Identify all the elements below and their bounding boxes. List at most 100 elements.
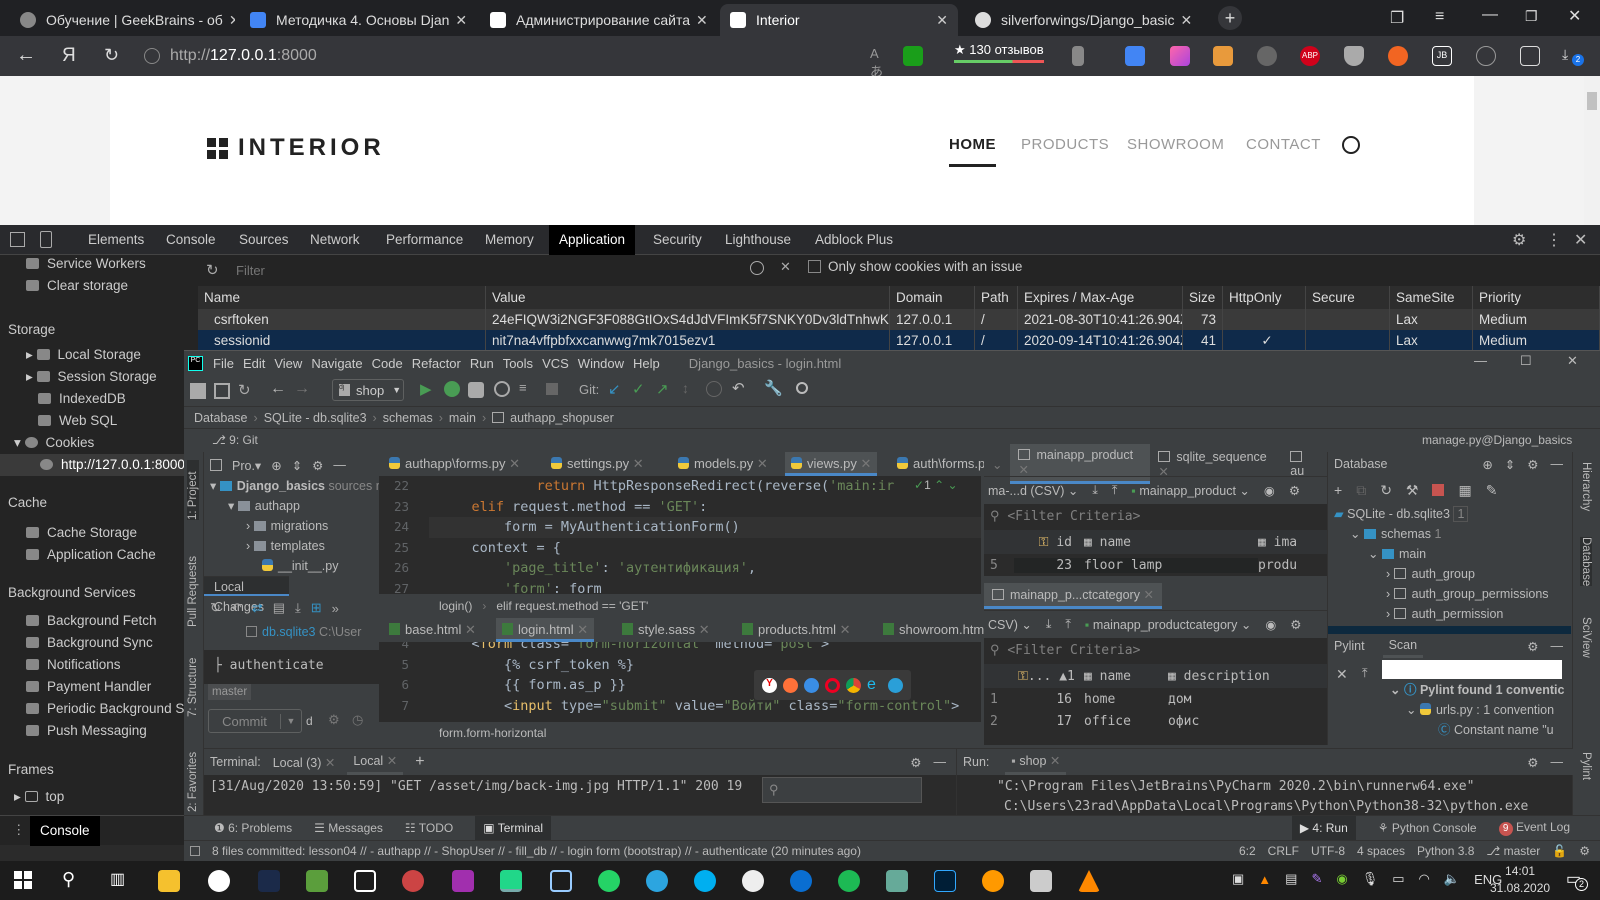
column-header[interactable]: Size — [1183, 286, 1223, 309]
toggle-tool-windows-icon[interactable] — [190, 846, 200, 856]
menu-edit[interactable]: Edit — [243, 356, 265, 371]
close-icon[interactable]: ✕ — [1175, 12, 1193, 29]
collapse-icon[interactable]: ⇕ — [1505, 457, 1515, 472]
menu-vcs[interactable]: VCS — [542, 356, 569, 371]
column-header[interactable]: HttpOnly — [1223, 286, 1306, 309]
cookie-cell[interactable] — [1306, 309, 1390, 330]
tree-item-auth-permission[interactable]: › auth_permission — [1386, 604, 1503, 624]
cookie-cell[interactable]: 24eFIQW3i2NGF3F088GtIOxS4dJdVFImK5f7SNKY… — [486, 309, 890, 330]
explorer-icon[interactable] — [158, 870, 180, 892]
close-icon[interactable]: ✕ — [223, 12, 235, 29]
settings-wrench-icon[interactable]: 🔧 — [764, 379, 783, 397]
code-line[interactable]: return HttpResponseRedirect(reverse('mai… — [439, 476, 895, 497]
close-icon[interactable]: ✕ — [690, 12, 708, 29]
file-checkbox[interactable] — [246, 626, 257, 637]
photoshop-icon[interactable] — [934, 870, 956, 892]
column-header[interactable]: SameSite — [1390, 286, 1473, 309]
table-icon[interactable]: ▦ — [1458, 482, 1471, 499]
sidebar-item-background-fetch[interactable]: Background Fetch — [26, 610, 157, 632]
tool-window-sciview[interactable]: SciView — [1580, 617, 1592, 658]
microphone-icon[interactable]: 🎙 — [1362, 871, 1379, 887]
editor-breadcrumb-bottom[interactable]: form.form-horizontal — [379, 722, 981, 745]
search-icon[interactable] — [1342, 136, 1360, 154]
pylint-result[interactable]: ⌄ ⓘ Pylint found 1 conventic — [1390, 680, 1564, 700]
table-row[interactable]: 2 17 office офис — [984, 710, 1327, 732]
refresh-icon[interactable]: ↻ — [1380, 482, 1392, 499]
tree-item-authapp[interactable]: ▾ authapp — [228, 496, 300, 516]
cookie-cell[interactable]: Lax — [1390, 330, 1473, 351]
status-position[interactable]: 6:2 — [1239, 844, 1256, 858]
sidebar-item-frame-top[interactable]: ▸ top — [14, 786, 64, 808]
yandex-icon[interactable]: Я — [62, 45, 76, 67]
terminal-tab[interactable]: Local (3) ✕ — [273, 755, 336, 770]
virtualbox-icon[interactable] — [550, 870, 572, 892]
search-icon[interactable]: ⚲ — [62, 869, 75, 890]
menu-navigate[interactable]: Navigate — [311, 356, 362, 371]
devtools-tab-performance[interactable]: Performance — [376, 225, 473, 255]
tree-item-schemas[interactable]: ⌄ schemas 1 — [1350, 524, 1441, 544]
hide-icon[interactable]: — — [333, 458, 346, 472]
app-icon[interactable] — [402, 870, 424, 892]
add-icon[interactable]: + — [1334, 482, 1342, 498]
tab-scan[interactable]: Scan — [1382, 635, 1424, 658]
run-output[interactable]: "C:\Program Files\JetBrains\PyCharm 2020… — [997, 777, 1528, 817]
editor-tab[interactable]: models.py ✕ — [672, 452, 774, 476]
terminal-tab-active[interactable]: Local ✕ — [347, 749, 404, 775]
column-header[interactable]: Domain — [890, 286, 975, 309]
nav-showroom[interactable]: SHOWROOM — [1127, 136, 1224, 153]
cookie-cell[interactable]: 2021-08-30T10:41:26.904Z — [1018, 309, 1183, 330]
editor-tab[interactable]: settings.py ✕ — [545, 452, 650, 476]
reviews-badge[interactable]: ★ 130 отзывов — [954, 42, 1044, 63]
pycharm-icon[interactable] — [500, 870, 522, 892]
cookie-filter-input[interactable] — [232, 258, 732, 282]
history-icon[interactable]: ◷ — [352, 712, 363, 728]
devtools-tab-lighthouse[interactable]: Lighthouse — [715, 225, 801, 255]
cookie-cell[interactable]: 127.0.0.1 — [890, 330, 975, 351]
cookie-cell[interactable]: 41 — [1183, 330, 1223, 351]
close-window-button[interactable]: ✕ — [1568, 6, 1581, 26]
table-select[interactable]: ▪ mainapp_product ⌄ — [1131, 483, 1249, 498]
sidebar-item-cookie-origin[interactable]: http://127.0.0.1:8000 — [0, 454, 185, 476]
editor-tab[interactable]: authapp\forms.py ✕ — [383, 452, 526, 476]
crumb[interactable]: SQLite - db.sqlite3 — [264, 411, 367, 425]
editor-tab[interactable]: login.html ✕ — [496, 618, 595, 642]
browser-tab[interactable]: silverforwings/Django_basic ✕ — [965, 4, 1195, 36]
tool-tab-python-console[interactable]: ⚘ Python Console — [1378, 821, 1477, 835]
debug-icon[interactable] — [444, 381, 460, 397]
crumb[interactable]: schemas — [383, 411, 433, 425]
delete-selected-icon[interactable]: ✕ — [780, 259, 791, 275]
cookie-cell[interactable]: 2020-09-14T10:41:26.904Z — [1018, 330, 1183, 351]
close-tab-icon[interactable]: ✕ — [505, 456, 520, 471]
editor-tab[interactable]: products.html ✕ — [736, 618, 857, 642]
drawer-menu-icon[interactable]: ⋮ — [12, 822, 26, 838]
run-tab-shop[interactable]: ▪ shop ✕ — [1005, 749, 1067, 775]
code-line[interactable]: <input type="submit" value="Войти" class… — [439, 696, 959, 717]
nvidia-icon[interactable]: ◉ — [1336, 871, 1347, 887]
code-line[interactable]: 'page_title': 'аутентификация', — [439, 558, 756, 579]
inspect-icon[interactable] — [10, 232, 25, 247]
new-terminal-button[interactable]: + — [415, 753, 424, 771]
vlc-tray-icon[interactable]: ▲ — [1258, 872, 1271, 887]
device-toolbar-icon[interactable] — [40, 231, 52, 248]
edit-icon[interactable]: ✎ — [1486, 482, 1498, 499]
git-update-icon[interactable]: ↙ — [608, 380, 624, 398]
menu-help[interactable]: Help — [633, 356, 660, 371]
pylint-item[interactable]: Ⓒ Constant name "u — [1438, 720, 1554, 740]
sidebar-item-payment-handler[interactable]: Payment Handler — [26, 676, 151, 698]
status-line-separator[interactable]: CRLF — [1268, 844, 1299, 858]
tool-tab-messages[interactable]: ☰ Messages — [314, 821, 383, 835]
tool-tab-todo[interactable]: ☷ TODO — [405, 821, 453, 835]
commit-button[interactable]: Commit ▼ — [208, 709, 302, 733]
close-tab-icon[interactable]: ✕ — [461, 622, 476, 637]
table-row[interactable]: 1 16 home дом — [984, 688, 1327, 710]
crumb[interactable]: main — [449, 411, 476, 425]
diff-icon[interactable]: ⇄ — [252, 600, 263, 616]
cookie-cell[interactable]: 127.0.0.1 — [890, 309, 975, 330]
wifi-icon[interactable]: ◠ — [1419, 871, 1430, 887]
db-tab-productcategory[interactable]: mainapp_p...ctcategory ✕ — [984, 583, 1162, 609]
tree-item-init-py[interactable]: __init__.py — [262, 556, 338, 576]
tool-tab-run[interactable]: ▶ 4: Run — [1291, 816, 1356, 840]
feather-icon[interactable]: ✎ — [1311, 871, 1322, 887]
project-view-select[interactable]: Pro.▾ — [232, 458, 261, 473]
run-icon[interactable]: ▶ — [420, 380, 436, 398]
